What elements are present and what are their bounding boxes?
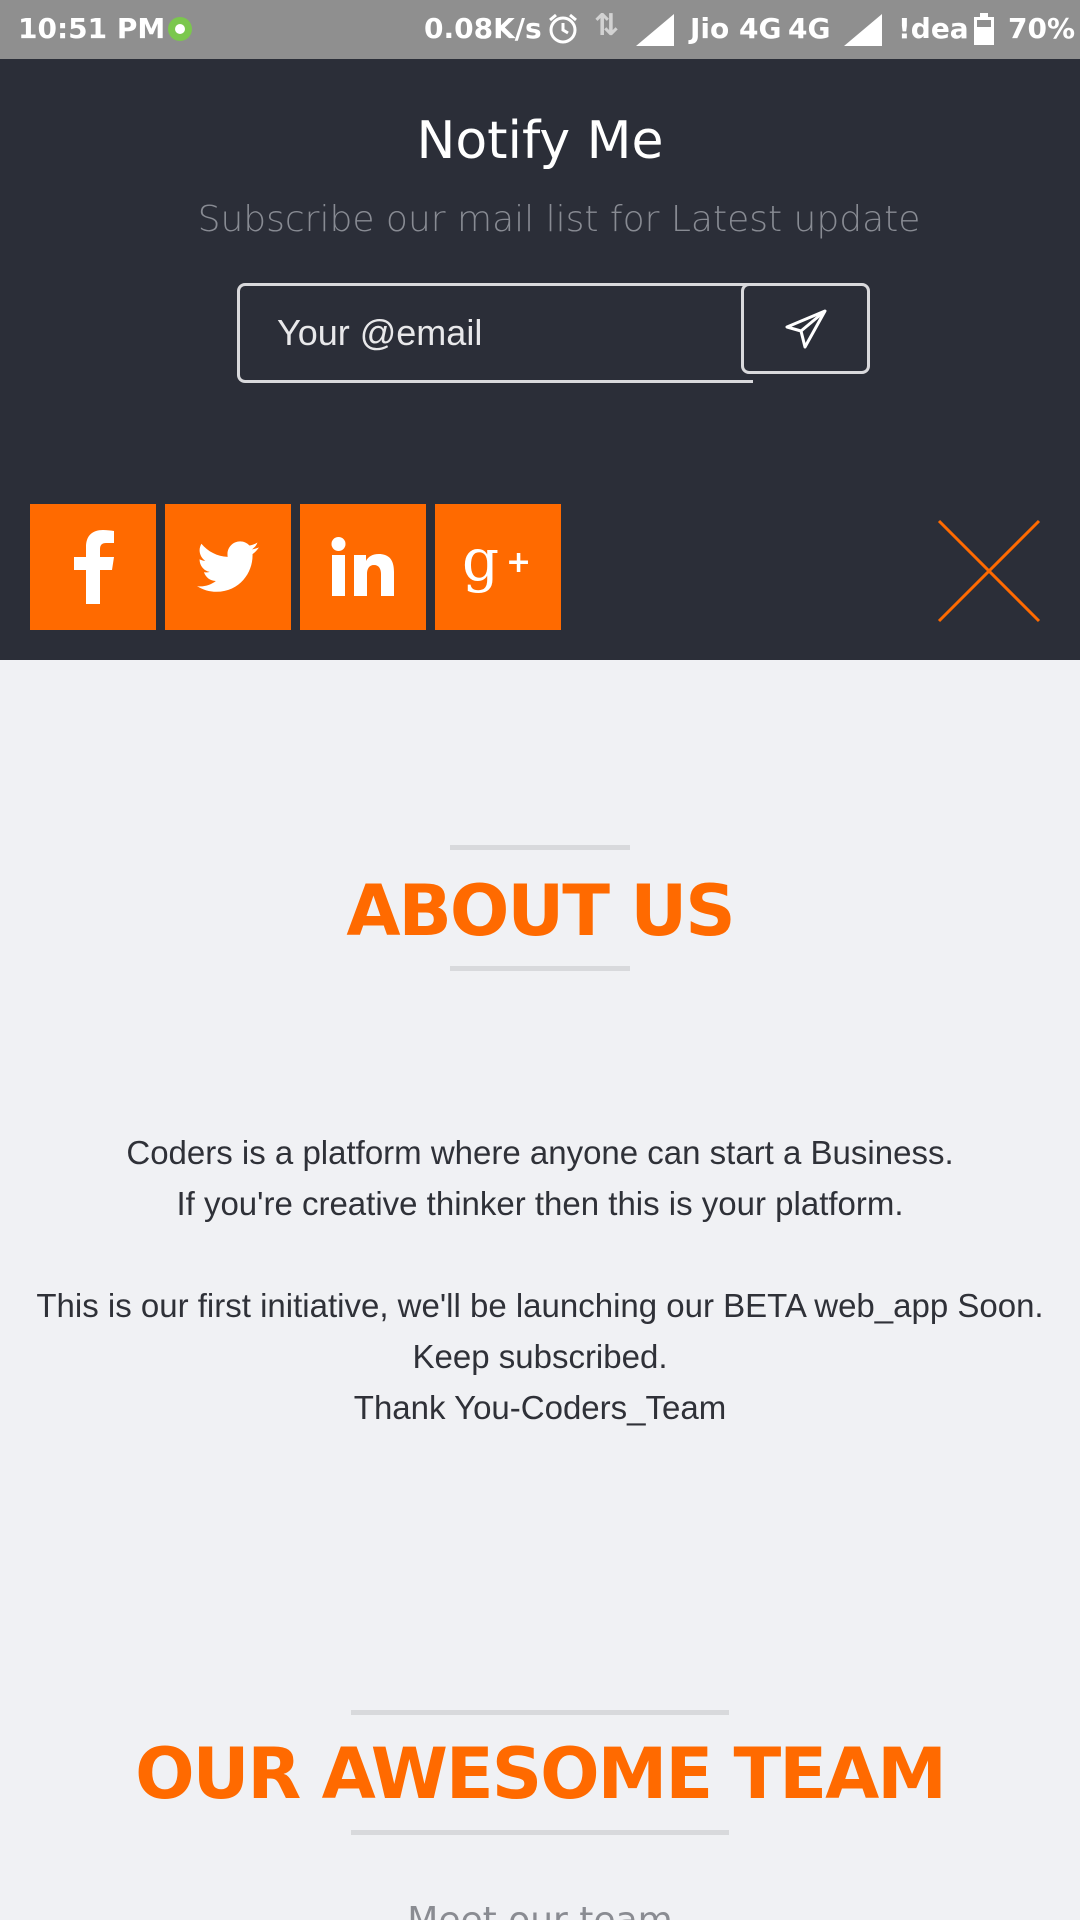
linkedin-icon xyxy=(331,537,394,596)
google-plus-icon: g + xyxy=(462,532,531,594)
close-button[interactable] xyxy=(935,517,1043,625)
send-icon xyxy=(785,309,826,348)
team-bottom-rule xyxy=(351,1830,729,1835)
team-heading: OUR AWESOME TEAM xyxy=(135,1733,947,1815)
email-input[interactable] xyxy=(240,286,753,380)
alarm-icon xyxy=(546,12,580,53)
email-field-frame xyxy=(237,283,753,383)
about-bottom-rule xyxy=(450,966,630,971)
network-type: 4G xyxy=(788,12,831,45)
status-bar: 10:51 PM 0.08K/s ⇅ Jio 4G 4G !dea 70% xyxy=(0,0,1080,59)
svg-text:+: + xyxy=(506,545,531,580)
google-plus-button[interactable]: g + xyxy=(435,504,561,630)
team-top-rule xyxy=(351,1710,729,1715)
twitter-icon xyxy=(197,541,259,592)
facebook-icon xyxy=(74,530,114,604)
about-line-5: Thank You-Coders_Team xyxy=(353,1389,727,1426)
status-time: 10:51 PM xyxy=(18,12,166,45)
battery-percent: 70% xyxy=(1008,12,1076,45)
signal-icon xyxy=(636,14,674,53)
notify-subtitle: Subscribe our mail list for Latest updat… xyxy=(197,199,921,240)
battery-icon xyxy=(974,13,994,45)
send-button[interactable] xyxy=(741,283,870,374)
about-top-rule xyxy=(450,845,630,850)
about-line-1: Coders is a platform where anyone can st… xyxy=(126,1134,954,1171)
carrier-name: Jio 4G xyxy=(690,12,782,45)
chat-notification-icon xyxy=(168,17,192,41)
linkedin-button[interactable] xyxy=(300,504,426,630)
carrier-name-2: !dea xyxy=(898,12,969,45)
svg-text:g: g xyxy=(462,532,499,594)
signal-icon xyxy=(844,14,882,53)
about-line-3: This is our first initiative, we'll be l… xyxy=(36,1287,1044,1324)
network-speed: 0.08K/s xyxy=(424,12,542,45)
twitter-button[interactable] xyxy=(165,504,291,630)
close-icon xyxy=(937,519,1041,623)
notify-title: Notify Me xyxy=(416,111,664,171)
notify-panel: Notify Me Subscribe our mail list for La… xyxy=(0,59,1080,660)
team-subtitle: Meet our team xyxy=(0,1900,1080,1920)
about-heading: ABOUT US xyxy=(346,870,735,952)
facebook-button[interactable] xyxy=(30,504,156,630)
data-transfer-icon: ⇅ xyxy=(594,8,620,43)
about-line-4: Keep subscribed. xyxy=(412,1338,668,1375)
about-line-2: If you're creative thinker then this is … xyxy=(176,1185,904,1222)
